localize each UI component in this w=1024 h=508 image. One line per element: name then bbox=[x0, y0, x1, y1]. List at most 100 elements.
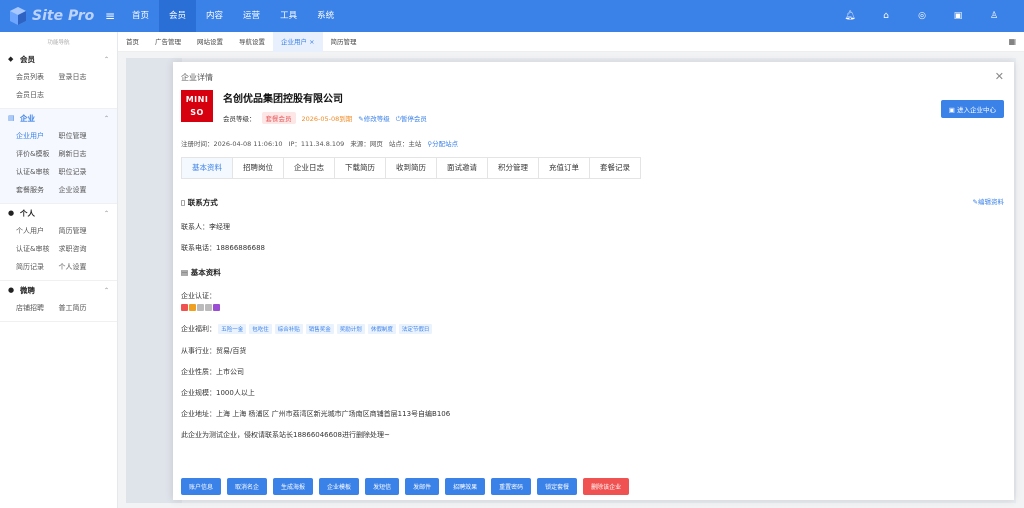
company-logo: MINI SO bbox=[181, 90, 213, 122]
tab-company-users[interactable]: 企业用户 × bbox=[273, 31, 323, 52]
sidebar-group-header[interactable]: ● 个人 ⌃ bbox=[0, 204, 117, 222]
tab-nav-settings[interactable]: 导航设置 bbox=[231, 32, 273, 52]
edit-info-link[interactable]: ✎编辑资料 bbox=[973, 196, 1004, 206]
sidebar-item[interactable]: 认证&审核 bbox=[16, 167, 59, 177]
sidebar-item[interactable]: 简历管理 bbox=[59, 226, 102, 236]
toolbox-icon[interactable]: ▣ bbox=[940, 11, 976, 21]
cancel-famous-button[interactable]: 取消名企 bbox=[227, 478, 268, 495]
delete-company-button[interactable]: 删除该企业 bbox=[583, 478, 630, 495]
chevron-up-icon: ⌃ bbox=[103, 114, 109, 122]
tab-points[interactable]: 积分管理 bbox=[488, 158, 539, 178]
welfare-tag: 包吃住 bbox=[249, 324, 272, 334]
sidebar-item[interactable]: 企业设置 bbox=[59, 185, 102, 195]
pause-member-link[interactable]: ⏻暂停会员 bbox=[396, 113, 427, 124]
modify-level-link[interactable]: ✎修改等级 bbox=[358, 113, 389, 123]
assign-site-link[interactable]: ⚲分配站点 bbox=[427, 138, 458, 148]
nav-tools[interactable]: 工具 bbox=[270, 0, 307, 32]
tab-interview-invites[interactable]: 面试邀请 bbox=[437, 158, 488, 178]
tab-home[interactable]: 首页 bbox=[118, 32, 147, 52]
ip-address: IP：111.34.8.109 bbox=[288, 140, 345, 148]
sidebar-item[interactable]: 评价&模板 bbox=[16, 149, 59, 159]
grid-icon[interactable]: ▦ bbox=[1008, 37, 1016, 46]
generate-poster-button[interactable]: 生成海报 bbox=[273, 478, 314, 495]
nav-operation[interactable]: 运营 bbox=[233, 0, 270, 32]
sidebar-item[interactable]: 职位管理 bbox=[59, 131, 102, 141]
tab-basic-info[interactable]: 基本资料 bbox=[182, 158, 233, 178]
reset-password-button[interactable]: 重置密码 bbox=[491, 478, 532, 495]
email-cert-icon bbox=[197, 304, 204, 311]
tab-company-log[interactable]: 企业日志 bbox=[284, 158, 335, 178]
sidebar-item[interactable]: 个人设置 bbox=[59, 262, 102, 272]
phone-icon: ▯ bbox=[181, 198, 186, 207]
nav-home[interactable]: 首页 bbox=[122, 0, 159, 32]
tab-recharge-orders[interactable]: 充值订单 bbox=[539, 158, 590, 178]
tab-package-records[interactable]: 套餐记录 bbox=[590, 158, 640, 178]
nav-member[interactable]: 会员 bbox=[159, 0, 197, 32]
sidebar-item[interactable]: 职位记录 bbox=[59, 167, 102, 177]
sidebar-item[interactable]: 会员列表 bbox=[16, 72, 59, 82]
dialog-title: 企业详情 bbox=[181, 73, 213, 82]
source: 来源：网页 bbox=[350, 140, 383, 148]
sidebar-item[interactable]: 店铺招聘 bbox=[16, 303, 59, 313]
sidebar-item[interactable]: 普工简历 bbox=[59, 303, 102, 313]
sidebar-item[interactable]: 简历记录 bbox=[16, 262, 59, 272]
recruit-effect-button[interactable]: 招聘效果 bbox=[445, 478, 486, 495]
sidebar-item[interactable]: 认证&审核 bbox=[16, 244, 59, 254]
sidebar-group-person: ● 个人 ⌃ 个人用户 简历管理 认证&审核 求职咨询 简历记录 个人设置 bbox=[0, 204, 117, 281]
cert-icons bbox=[181, 304, 221, 313]
site: 站点：主站 bbox=[388, 140, 422, 148]
sidebar-item-company-user[interactable]: 企业用户 bbox=[16, 131, 59, 141]
group-label: 个人 bbox=[20, 208, 35, 218]
account-info-button[interactable]: 账户信息 bbox=[181, 478, 222, 495]
building-icon: ▤ bbox=[8, 114, 15, 122]
user-icon[interactable]: ♙ bbox=[976, 11, 1012, 21]
company-template-button[interactable]: 企业模板 bbox=[319, 478, 360, 495]
action-buttons: 账户信息 取消名企 生成海报 企业模板 发短信 发邮件 招聘效果 重置密码 锁定… bbox=[181, 478, 630, 495]
company-scale: 企业规模：1000人以上 bbox=[181, 389, 255, 397]
home-icon[interactable]: ⌂ bbox=[868, 11, 904, 21]
top-nav: 首页 会员 内容 运营 工具 系统 bbox=[122, 0, 344, 32]
diamond-icon: ◆ bbox=[8, 55, 14, 63]
sidebar-item[interactable]: 套餐服务 bbox=[16, 185, 59, 195]
phone-cert-icon bbox=[189, 304, 196, 311]
enter-company-center-button[interactable]: ▣ 进入企业中心 bbox=[940, 100, 1004, 118]
welfare-tag: 五险一金 bbox=[218, 324, 247, 334]
member-level-label: 会员等级： bbox=[223, 115, 256, 123]
tab-site-settings[interactable]: 网站设置 bbox=[189, 32, 231, 52]
sidebar-group-member: ◆ 会员 ⌃ 会员列表 登录日志 会员日志 bbox=[0, 50, 117, 109]
logo-cube-icon bbox=[10, 7, 26, 25]
sidebar-item[interactable]: 刷新日志 bbox=[59, 149, 102, 159]
welfare-tag: 休假制度 bbox=[367, 324, 396, 334]
sidebar-group-header[interactable]: ▤ 企业 ⌃ bbox=[0, 109, 117, 127]
tab-download-resume[interactable]: 下载简历 bbox=[335, 158, 386, 178]
company-address: 企业地址：上海 上海 杨浦区 广州市荔湾区新光城市广场南区商铺首层113号自编B… bbox=[181, 410, 451, 418]
send-sms-button[interactable]: 发短信 bbox=[365, 478, 400, 495]
contact-phone: 联系电话：18866886688 bbox=[181, 244, 265, 252]
tab-jobs[interactable]: 招聘岗位 bbox=[233, 158, 284, 178]
welfare-tag: 法定节假日 bbox=[398, 324, 433, 334]
send-email-button[interactable]: 发邮件 bbox=[405, 478, 440, 495]
tab-ads[interactable]: 广告管理 bbox=[147, 32, 189, 52]
sidebar-item[interactable]: 会员日志 bbox=[16, 90, 61, 100]
section-label: 基本资料 bbox=[190, 268, 221, 277]
company-nature: 企业性质：上市公司 bbox=[181, 368, 244, 376]
close-icon[interactable]: ✕ bbox=[995, 70, 1004, 83]
sidebar-group-header[interactable]: ● 微聘 ⌃ bbox=[0, 281, 117, 299]
lock-package-button[interactable]: 锁定套餐 bbox=[537, 478, 578, 495]
bell-icon[interactable]: 🔔︎ bbox=[832, 11, 868, 21]
person-icon: ● bbox=[8, 209, 15, 217]
nav-system[interactable]: 系统 bbox=[307, 0, 344, 32]
sidebar-item[interactable]: 求职咨询 bbox=[59, 244, 102, 254]
tab-received-resume[interactable]: 收到简历 bbox=[386, 158, 437, 178]
compass-icon[interactable]: ◎ bbox=[904, 11, 940, 21]
link-label: 编辑资料 bbox=[978, 198, 1004, 206]
sidebar-caption: 功能导航 bbox=[47, 40, 70, 46]
hamburger-icon[interactable]: ≡ bbox=[102, 9, 118, 23]
sidebar-item[interactable]: 个人用户 bbox=[16, 226, 59, 236]
sidebar-item[interactable]: 登录日志 bbox=[59, 72, 102, 82]
sidebar-group-header[interactable]: ◆ 会员 ⌃ bbox=[0, 50, 117, 68]
member-level-badge: 套餐会员 bbox=[261, 112, 296, 124]
company-note: 此企业为测试企业，侵权请联系站长18866046608进行删除处理~ bbox=[181, 431, 390, 439]
tab-resume-manage[interactable]: 简历管理 bbox=[323, 32, 365, 52]
nav-content[interactable]: 内容 bbox=[196, 0, 233, 32]
